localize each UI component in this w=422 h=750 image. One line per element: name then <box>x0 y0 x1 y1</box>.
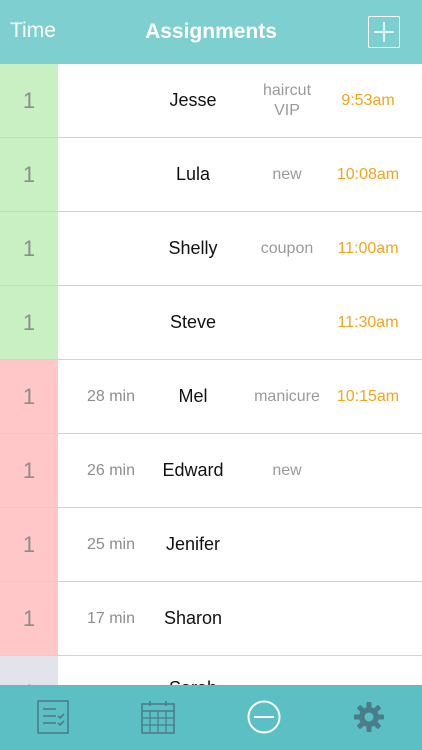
party-count: 1 <box>0 286 58 359</box>
list-row[interactable]: 1 26 min Edward new <box>0 434 422 508</box>
service-tag <box>246 286 328 359</box>
list-row[interactable]: 1 Steve 11:30am <box>0 286 422 360</box>
appointment-time <box>328 508 408 581</box>
party-count: 1 <box>0 212 58 285</box>
appointment-time <box>328 582 408 655</box>
service-tag-line: new <box>272 165 302 183</box>
nav-bar: Time Assignments <box>0 0 422 64</box>
service-tag <box>246 508 328 581</box>
page-title: Assignments <box>145 20 277 43</box>
service-tag: haircut VIP <box>246 64 328 137</box>
service-tag-line: haircut <box>262 81 312 99</box>
appointment-time: 11:30am <box>337 313 399 331</box>
party-count: 1 <box>0 360 58 433</box>
service-tag: new <box>246 138 328 211</box>
customer-name: Lula <box>175 164 211 184</box>
calendar-icon <box>141 701 175 734</box>
appointment-time <box>328 656 408 685</box>
list-row[interactable]: 1 17 min Sharon <box>0 582 422 656</box>
customer-name: Jenifer <box>165 534 221 554</box>
service-tag <box>246 656 328 685</box>
tab-settings[interactable] <box>345 693 393 741</box>
service-tag-line: VIP <box>274 101 300 119</box>
customer-name: Sharon <box>163 608 223 628</box>
party-count: 1 <box>0 138 58 211</box>
appointment-time: 9:53am <box>341 91 395 109</box>
add-button[interactable] <box>368 16 400 48</box>
party-count: 1 <box>0 434 58 507</box>
party-count: 1 <box>0 656 58 685</box>
party-count: 1 <box>0 582 58 655</box>
service-tag: new <box>246 434 328 507</box>
minus-circle-icon <box>247 700 281 734</box>
customer-name: Jesse <box>169 90 217 110</box>
appointment-time <box>328 434 408 507</box>
service-tag <box>246 582 328 655</box>
tab-calendar[interactable] <box>134 693 182 741</box>
checklist-icon <box>37 700 69 734</box>
service-tag-line: coupon <box>260 239 314 257</box>
list-row[interactable]: 1 Lula new 10:08am <box>0 138 422 212</box>
party-count: 1 <box>0 64 58 137</box>
appointment-time: 10:08am <box>336 165 400 183</box>
gear-icon <box>354 702 384 732</box>
list-row[interactable]: 1 28 min Mel manicure 10:15am <box>0 360 422 434</box>
service-tag: coupon <box>246 212 328 285</box>
assignment-list[interactable]: 1 Jesse haircut VIP 9:53am 1 Lula new 10:08am 1 Sh… <box>0 64 422 685</box>
list-row[interactable]: 1 Sarah <box>0 656 422 685</box>
tab-queue[interactable] <box>240 693 288 741</box>
customer-name: Sarah <box>138 656 248 685</box>
party-count: 1 <box>0 508 58 581</box>
plus-icon <box>374 22 394 42</box>
app: Time Assignments 1 Jesse haircut VIP 9:53am 1… <box>0 0 422 750</box>
list-row[interactable]: 1 Jesse haircut VIP 9:53am <box>0 64 422 138</box>
service-tag: manicure <box>246 360 328 433</box>
appointment-time: 11:00am <box>337 239 399 257</box>
customer-name: Shelly <box>168 238 218 258</box>
customer-name: Edward <box>162 460 224 480</box>
service-tag-line: new <box>272 461 302 479</box>
list-row[interactable]: 1 Shelly coupon 11:00am <box>0 212 422 286</box>
list-row[interactable]: 1 25 min Jenifer <box>0 508 422 582</box>
appointment-time: 10:15am <box>336 387 400 405</box>
tab-bar <box>0 685 422 750</box>
customer-name: Steve <box>169 312 217 332</box>
service-tag-line: manicure <box>254 387 320 405</box>
customer-name: Mel <box>178 386 208 406</box>
tab-checklist[interactable] <box>29 693 77 741</box>
